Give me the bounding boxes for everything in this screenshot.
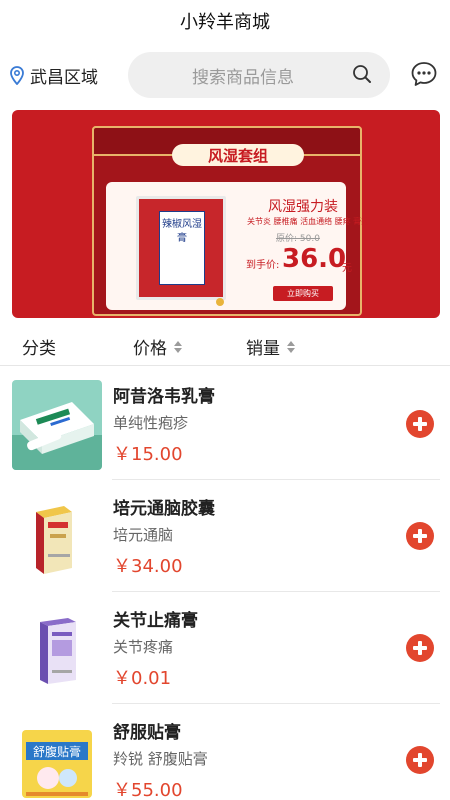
search-placeholder: 搜索商品信息 [192, 67, 294, 88]
product-name: 阿昔洛韦乳膏 [113, 387, 215, 407]
product-price: ￥34.00 [113, 556, 183, 577]
page-title-bar: 小羚羊商城 [0, 0, 450, 42]
buy-now-button[interactable]: 立即购买 [273, 286, 333, 301]
product-name: 舒服贴膏 [113, 723, 181, 743]
product-desc: 羚锐 舒腹贴膏 [113, 750, 208, 768]
promo-price-label: 到手价: [246, 260, 280, 271]
promo-banner[interactable]: 风湿套组 辣椒风湿膏 风湿强力装 关节炎 腰椎痛 活血通络 腰疼 膏药 原价: … [12, 110, 440, 318]
package-label: 辣椒风湿膏 [159, 211, 205, 285]
add-to-cart-button[interactable] [406, 746, 434, 774]
product-price: ￥15.00 [113, 444, 183, 465]
carousel-indicator[interactable] [216, 298, 224, 306]
product-package-image: 辣椒风湿膏 [136, 196, 226, 300]
filter-sales[interactable]: 销量 [246, 334, 296, 359]
product-item[interactable]: 关节止痛膏 关节疼痛 ￥0.01 [0, 592, 450, 704]
filter-category[interactable]: 分类 [22, 334, 56, 359]
product-desc: 关节疼痛 [113, 638, 174, 656]
chat-bubble-icon[interactable] [410, 60, 438, 88]
search-input[interactable]: 搜索商品信息 [128, 52, 390, 98]
promo-price-unit: 元 [342, 263, 352, 274]
search-icon[interactable] [352, 64, 372, 84]
product-price: ￥0.01 [113, 668, 172, 689]
promo-price: 36.0 [282, 244, 347, 274]
sort-arrows-icon [174, 340, 182, 353]
add-to-cart-button[interactable] [406, 522, 434, 550]
page-title: 小羚羊商城 [180, 12, 270, 33]
add-to-cart-button[interactable] [406, 634, 434, 662]
product-image [12, 492, 102, 582]
location-label: 武昌区域 [30, 68, 98, 88]
package-text: 舒腹贴膏 [33, 744, 81, 759]
product-desc: 培元通脑 [113, 526, 174, 544]
banner-ribbon: 风湿套组 [172, 144, 304, 166]
filter-label: 价格 [133, 339, 167, 359]
location-pin-icon [10, 66, 24, 85]
product-item[interactable]: 培元通脑胶囊 培元通脑 ￥34.00 [0, 480, 450, 592]
product-list: 阿昔洛韦乳膏 单纯性疱疹 ￥15.00 培元通脑胶囊 培元通脑 ￥34.00 关… [0, 368, 450, 800]
product-item[interactable]: 阿昔洛韦乳膏 单纯性疱疹 ￥15.00 [0, 368, 450, 480]
promo-title: 风湿强力装 [268, 199, 338, 215]
product-image: 舒腹贴膏 [12, 716, 102, 800]
product-price: ￥55.00 [113, 780, 183, 800]
filter-label: 销量 [246, 339, 280, 359]
product-desc: 单纯性疱疹 [113, 414, 189, 432]
product-name: 关节止痛膏 [113, 611, 198, 631]
sort-arrows-icon [287, 340, 295, 353]
product-image [12, 380, 102, 470]
search-row: 武昌区域 搜索商品信息 [0, 50, 450, 100]
filter-label: 分类 [22, 339, 56, 359]
product-image [12, 604, 102, 694]
add-to-cart-button[interactable] [406, 410, 434, 438]
promo-subtitle: 关节炎 腰椎痛 活血通络 腰疼 膏药 [247, 217, 370, 226]
original-price: 原价: 50.0 [276, 234, 320, 244]
product-name: 培元通脑胶囊 [113, 499, 215, 519]
filter-price[interactable]: 价格 [133, 334, 183, 359]
location-selector[interactable]: 武昌区域 [10, 63, 98, 88]
filter-bar: 分类 价格 销量 [0, 326, 450, 366]
product-item[interactable]: 舒腹贴膏 舒服贴膏 羚锐 舒腹贴膏 ￥55.00 [0, 704, 450, 800]
